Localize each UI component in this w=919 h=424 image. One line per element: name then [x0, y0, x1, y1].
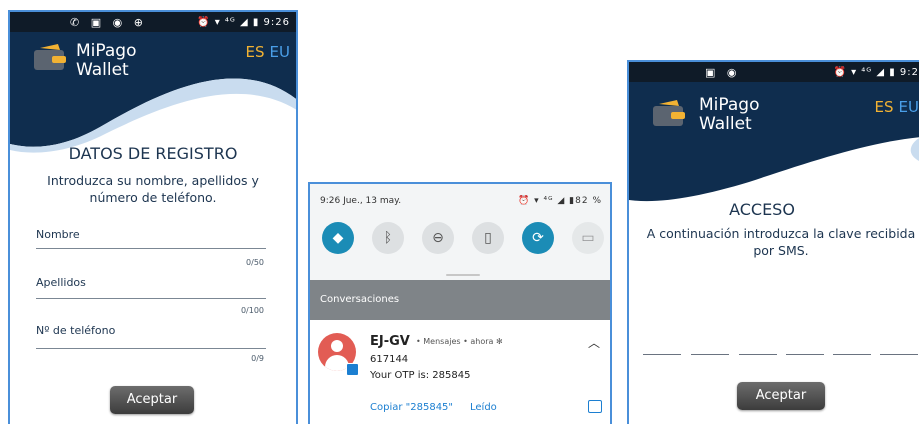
name-input[interactable]	[36, 248, 266, 249]
status-system-icons: ⏰ ▾ ⁴ᴳ ◢ ▮ 9:26	[197, 16, 290, 28]
language-switch: ES EU	[246, 43, 290, 61]
surname-counter: 0/100	[240, 306, 264, 315]
bluetooth-icon[interactable]: ᛒ	[372, 222, 404, 254]
do-not-disturb-icon[interactable]: ⊖	[422, 222, 454, 254]
notification-line-1: 617144	[370, 354, 409, 365]
chevron-up-icon[interactable]: ︿	[588, 334, 600, 351]
status-notification-icons: ✆ ▣ ◉ ⊕	[70, 15, 147, 29]
conversations-header: Conversaciones	[310, 280, 610, 320]
messages-app-icon	[346, 363, 359, 376]
shade-datetime: 9:26 Jue., 13 may.	[320, 196, 402, 206]
auto-rotate-icon[interactable]: ⟳	[522, 222, 554, 254]
wallet-icon	[34, 44, 66, 70]
copy-code-action[interactable]: Copiar "285845"	[370, 402, 453, 413]
notification-meta: • Mensajes • ahora ✻	[416, 337, 503, 346]
brand-name: MiPago Wallet	[699, 95, 760, 134]
accept-button[interactable]: Aceptar	[110, 386, 194, 414]
name-field-label: Nombre	[36, 228, 80, 241]
otp-slot-1[interactable]	[643, 354, 681, 355]
quick-settings-panel: 9:26 Jue., 13 may. ⏰ ▾ ⁴ᴳ ◢ ▮82 % ◆ ᛒ ⊖ …	[310, 184, 610, 280]
surname-field-label: Apellidos	[36, 276, 86, 289]
accept-button[interactable]: Aceptar	[737, 382, 825, 410]
status-notification-icons: ▣ ◉	[705, 65, 741, 79]
page-title: DATOS DE REGISTRO	[68, 144, 238, 163]
phone-counter: 0/9	[251, 354, 264, 363]
notification-shade-screen: 9:26 Jue., 13 may. ⏰ ▾ ⁴ᴳ ◢ ▮82 % ◆ ᛒ ⊖ …	[308, 182, 612, 424]
battery-saver-icon[interactable]: ▭	[572, 222, 604, 254]
otp-slot-3[interactable]	[739, 354, 777, 355]
phone-field-label: Nº de teléfono	[36, 324, 116, 337]
shade-status-icons: ⏰ ▾ ⁴ᴳ ◢ ▮82 %	[518, 196, 602, 206]
wifi-icon[interactable]: ◆	[322, 222, 354, 254]
access-screen: ▣ ◉ ⏰ ▾ ⁴ᴳ ◢ ▮ 9:2 MiPago Wallet ES EU AC…	[627, 60, 919, 424]
page-subtitle: Introduzca su nombre, apellidos y número…	[47, 173, 259, 205]
wallet-icon	[653, 100, 685, 126]
drag-handle[interactable]	[446, 274, 480, 276]
surname-input[interactable]	[36, 298, 266, 299]
name-counter: 0/50	[246, 258, 264, 267]
brand-name: MiPago Wallet	[76, 41, 137, 80]
notification-sender: EJ-GV	[370, 334, 410, 349]
notification-line-2: Your OTP is: 285845	[370, 370, 471, 381]
otp-slot-5[interactable]	[833, 354, 871, 355]
flashlight-icon[interactable]: ▯	[472, 222, 504, 254]
page-title: ACCESO	[729, 200, 795, 219]
lang-es-button[interactable]: ES	[875, 98, 894, 116]
status-bar: ▣ ◉ ⏰ ▾ ⁴ᴳ ◢ ▮ 9:2	[629, 62, 919, 82]
status-bar: ✆ ▣ ◉ ⊕ ⏰ ▾ ⁴ᴳ ◢ ▮ 9:26	[10, 12, 296, 32]
otp-slot-4[interactable]	[786, 354, 824, 355]
otp-slot-2[interactable]	[691, 354, 729, 355]
lang-es-button[interactable]: ES	[246, 43, 265, 61]
reply-icon[interactable]	[588, 400, 602, 413]
status-system-icons: ⏰ ▾ ⁴ᴳ ◢ ▮ 9:2	[833, 66, 919, 78]
lang-eu-button[interactable]: EU	[270, 43, 290, 61]
conversations-label: Conversaciones	[320, 294, 400, 305]
registration-screen: ✆ ▣ ◉ ⊕ ⏰ ▾ ⁴ᴳ ◢ ▮ 9:26 MiPago Wallet ES…	[8, 10, 298, 424]
mark-read-action[interactable]: Leído	[470, 402, 497, 413]
lang-eu-button[interactable]: EU	[899, 98, 919, 116]
language-switch: ES EU	[875, 98, 919, 116]
sms-notification[interactable]: EJ-GV • Mensajes • ahora ✻ 617144 Your O…	[310, 320, 610, 424]
page-subtitle: A continuación introduzca la clave recib…	[646, 226, 916, 258]
phone-input[interactable]	[36, 348, 266, 349]
otp-slot-6[interactable]	[880, 354, 918, 355]
